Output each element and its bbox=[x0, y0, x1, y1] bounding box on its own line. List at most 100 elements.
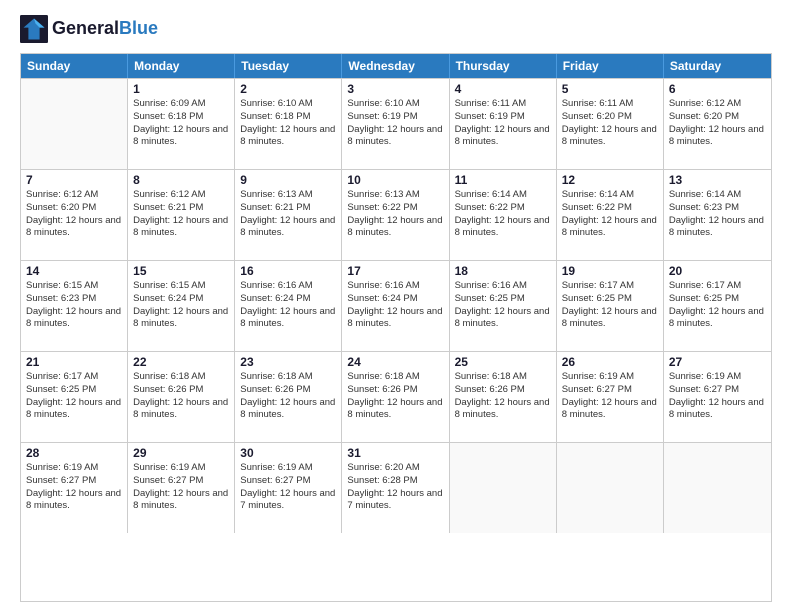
calendar-cell: 25Sunrise: 6:18 AMSunset: 6:26 PMDayligh… bbox=[450, 352, 557, 442]
day-info: Sunrise: 6:18 AMSunset: 6:26 PMDaylight:… bbox=[133, 371, 229, 422]
day-number: 23 bbox=[240, 355, 336, 369]
calendar-row-5: 28 Sunrise: 6:19 AMSunset: 6:27 PMDayligh… bbox=[21, 442, 771, 533]
day-number: 26 bbox=[562, 355, 658, 369]
day-number: 7 bbox=[26, 173, 122, 187]
day-number: 22 bbox=[133, 355, 229, 369]
day-number: 12 bbox=[562, 173, 658, 187]
day-info: Sunrise: 6:11 AMSunset: 6:19 PMDaylight:… bbox=[455, 98, 551, 149]
day-info: Sunrise: 6:19 AMSunset: 6:27 PMDaylight:… bbox=[240, 462, 336, 513]
header: GeneralBlue bbox=[20, 15, 772, 43]
day-info: Sunrise: 6:18 AMSunset: 6:26 PMDaylight:… bbox=[455, 371, 551, 422]
calendar-row-1: 1 Sunrise: 6:09 AMSunset: 6:18 PMDaylight… bbox=[21, 78, 771, 169]
day-info: Sunrise: 6:19 AMSunset: 6:27 PMDaylight:… bbox=[26, 462, 122, 513]
calendar-cell: 28 Sunrise: 6:19 AMSunset: 6:27 PMDayligh… bbox=[21, 443, 128, 533]
day-info: Sunrise: 6:14 AMSunset: 6:22 PMDaylight:… bbox=[562, 189, 658, 240]
day-info: Sunrise: 6:17 AMSunset: 6:25 PMDaylight:… bbox=[669, 280, 766, 331]
calendar-cell: 5 Sunrise: 6:11 AMSunset: 6:20 PMDaylight… bbox=[557, 79, 664, 169]
day-info: Sunrise: 6:17 AMSunset: 6:25 PMDaylight:… bbox=[26, 371, 122, 422]
weekday-header-tuesday: Tuesday bbox=[235, 54, 342, 78]
calendar-cell: 12 Sunrise: 6:14 AMSunset: 6:22 PMDayligh… bbox=[557, 170, 664, 260]
weekday-header-wednesday: Wednesday bbox=[342, 54, 449, 78]
day-number: 18 bbox=[455, 264, 551, 278]
day-number: 19 bbox=[562, 264, 658, 278]
general-blue-icon bbox=[20, 15, 48, 43]
weekday-header-thursday: Thursday bbox=[450, 54, 557, 78]
day-info: Sunrise: 6:18 AMSunset: 6:26 PMDaylight:… bbox=[240, 371, 336, 422]
day-info: Sunrise: 6:12 AMSunset: 6:21 PMDaylight:… bbox=[133, 189, 229, 240]
logo: GeneralBlue bbox=[20, 15, 158, 43]
day-number: 11 bbox=[455, 173, 551, 187]
calendar-cell: 18 Sunrise: 6:16 AMSunset: 6:25 PMDayligh… bbox=[450, 261, 557, 351]
calendar-cell bbox=[557, 443, 664, 533]
page: GeneralBlue SundayMondayTuesdayWednesday… bbox=[0, 0, 792, 612]
calendar-cell: 20 Sunrise: 6:17 AMSunset: 6:25 PMDayligh… bbox=[664, 261, 771, 351]
day-number: 15 bbox=[133, 264, 229, 278]
calendar-cell: 22 Sunrise: 6:18 AMSunset: 6:26 PMDayligh… bbox=[128, 352, 235, 442]
day-info: Sunrise: 6:19 AMSunset: 6:27 PMDaylight:… bbox=[669, 371, 766, 422]
day-info: Sunrise: 6:19 AMSunset: 6:27 PMDaylight:… bbox=[133, 462, 229, 513]
day-info: Sunrise: 6:11 AMSunset: 6:20 PMDaylight:… bbox=[562, 98, 658, 149]
day-info: Sunrise: 6:10 AMSunset: 6:18 PMDaylight:… bbox=[240, 98, 336, 149]
calendar-cell: 29Sunrise: 6:19 AMSunset: 6:27 PMDayligh… bbox=[128, 443, 235, 533]
day-number: 31 bbox=[347, 446, 443, 460]
weekday-header-sunday: Sunday bbox=[21, 54, 128, 78]
day-number: 14 bbox=[26, 264, 122, 278]
calendar-cell bbox=[664, 443, 771, 533]
day-info: Sunrise: 6:15 AMSunset: 6:23 PMDaylight:… bbox=[26, 280, 122, 331]
calendar-cell: 26 Sunrise: 6:19 AMSunset: 6:27 PMDayligh… bbox=[557, 352, 664, 442]
day-number: 2 bbox=[240, 82, 336, 96]
day-info: Sunrise: 6:10 AMSunset: 6:19 PMDaylight:… bbox=[347, 98, 443, 149]
calendar-row-2: 7 Sunrise: 6:12 AMSunset: 6:20 PMDaylight… bbox=[21, 169, 771, 260]
day-info: Sunrise: 6:16 AMSunset: 6:25 PMDaylight:… bbox=[455, 280, 551, 331]
calendar-cell: 15 Sunrise: 6:15 AMSunset: 6:24 PMDayligh… bbox=[128, 261, 235, 351]
day-number: 24 bbox=[347, 355, 443, 369]
day-number: 30 bbox=[240, 446, 336, 460]
day-number: 20 bbox=[669, 264, 766, 278]
day-number: 28 bbox=[26, 446, 122, 460]
day-number: 3 bbox=[347, 82, 443, 96]
day-number: 1 bbox=[133, 82, 229, 96]
day-info: Sunrise: 6:13 AMSunset: 6:22 PMDaylight:… bbox=[347, 189, 443, 240]
weekday-header-monday: Monday bbox=[128, 54, 235, 78]
day-number: 8 bbox=[133, 173, 229, 187]
day-number: 5 bbox=[562, 82, 658, 96]
day-number: 27 bbox=[669, 355, 766, 369]
day-number: 9 bbox=[240, 173, 336, 187]
weekday-header-friday: Friday bbox=[557, 54, 664, 78]
day-info: Sunrise: 6:12 AMSunset: 6:20 PMDaylight:… bbox=[26, 189, 122, 240]
calendar-cell: 11Sunrise: 6:14 AMSunset: 6:22 PMDayligh… bbox=[450, 170, 557, 260]
calendar-cell: 16 Sunrise: 6:16 AMSunset: 6:24 PMDayligh… bbox=[235, 261, 342, 351]
calendar-body: 1 Sunrise: 6:09 AMSunset: 6:18 PMDaylight… bbox=[21, 78, 771, 533]
calendar-cell: 14 Sunrise: 6:15 AMSunset: 6:23 PMDayligh… bbox=[21, 261, 128, 351]
calendar-cell: 1 Sunrise: 6:09 AMSunset: 6:18 PMDaylight… bbox=[128, 79, 235, 169]
day-info: Sunrise: 6:13 AMSunset: 6:21 PMDaylight:… bbox=[240, 189, 336, 240]
calendar-cell: 4Sunrise: 6:11 AMSunset: 6:19 PMDaylight… bbox=[450, 79, 557, 169]
calendar-cell: 10 Sunrise: 6:13 AMSunset: 6:22 PMDayligh… bbox=[342, 170, 449, 260]
day-info: Sunrise: 6:09 AMSunset: 6:18 PMDaylight:… bbox=[133, 98, 229, 149]
calendar-cell: 27 Sunrise: 6:19 AMSunset: 6:27 PMDayligh… bbox=[664, 352, 771, 442]
day-number: 10 bbox=[347, 173, 443, 187]
calendar-cell: 30 Sunrise: 6:19 AMSunset: 6:27 PMDayligh… bbox=[235, 443, 342, 533]
calendar-row-3: 14 Sunrise: 6:15 AMSunset: 6:23 PMDayligh… bbox=[21, 260, 771, 351]
calendar-cell: 23 Sunrise: 6:18 AMSunset: 6:26 PMDayligh… bbox=[235, 352, 342, 442]
day-number: 16 bbox=[240, 264, 336, 278]
calendar-cell: 31 Sunrise: 6:20 AMSunset: 6:28 PMDayligh… bbox=[342, 443, 449, 533]
day-number: 6 bbox=[669, 82, 766, 96]
calendar-cell: 13 Sunrise: 6:14 AMSunset: 6:23 PMDayligh… bbox=[664, 170, 771, 260]
calendar-cell: 24Sunrise: 6:18 AMSunset: 6:26 PMDayligh… bbox=[342, 352, 449, 442]
weekday-header-saturday: Saturday bbox=[664, 54, 771, 78]
day-number: 13 bbox=[669, 173, 766, 187]
day-number: 17 bbox=[347, 264, 443, 278]
calendar-row-4: 21Sunrise: 6:17 AMSunset: 6:25 PMDayligh… bbox=[21, 351, 771, 442]
day-info: Sunrise: 6:16 AMSunset: 6:24 PMDaylight:… bbox=[347, 280, 443, 331]
calendar-header: SundayMondayTuesdayWednesdayThursdayFrid… bbox=[21, 54, 771, 78]
day-info: Sunrise: 6:15 AMSunset: 6:24 PMDaylight:… bbox=[133, 280, 229, 331]
day-info: Sunrise: 6:19 AMSunset: 6:27 PMDaylight:… bbox=[562, 371, 658, 422]
calendar-cell: 2 Sunrise: 6:10 AMSunset: 6:18 PMDaylight… bbox=[235, 79, 342, 169]
day-info: Sunrise: 6:14 AMSunset: 6:23 PMDaylight:… bbox=[669, 189, 766, 240]
calendar-cell bbox=[450, 443, 557, 533]
day-info: Sunrise: 6:17 AMSunset: 6:25 PMDaylight:… bbox=[562, 280, 658, 331]
day-info: Sunrise: 6:20 AMSunset: 6:28 PMDaylight:… bbox=[347, 462, 443, 513]
day-info: Sunrise: 6:16 AMSunset: 6:24 PMDaylight:… bbox=[240, 280, 336, 331]
calendar-cell: 8 Sunrise: 6:12 AMSunset: 6:21 PMDaylight… bbox=[128, 170, 235, 260]
